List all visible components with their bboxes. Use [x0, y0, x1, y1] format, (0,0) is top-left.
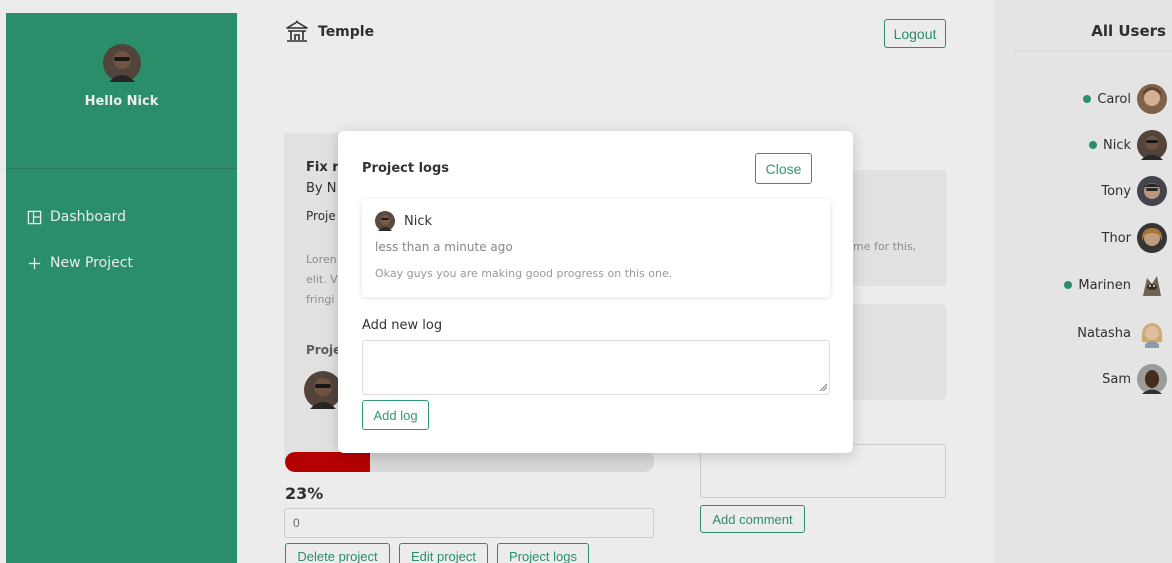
log-author: Nick	[404, 214, 433, 229]
resize-handle-icon[interactable]	[819, 383, 827, 391]
close-button[interactable]: Close	[755, 153, 812, 184]
modal-title: Project logs	[362, 161, 450, 176]
nick-avatar-icon	[375, 211, 395, 231]
add-log-label: Add new log	[362, 318, 443, 333]
log-message: Okay guys you are making good progress o…	[375, 267, 673, 280]
project-logs-modal: Project logs Close Nick less than a minu…	[338, 131, 853, 453]
log-input[interactable]	[362, 340, 830, 395]
log-timestamp: less than a minute ago	[375, 240, 513, 254]
log-entry: Nick less than a minute ago Okay guys yo…	[362, 199, 830, 297]
add-log-button[interactable]: Add log	[362, 400, 429, 430]
